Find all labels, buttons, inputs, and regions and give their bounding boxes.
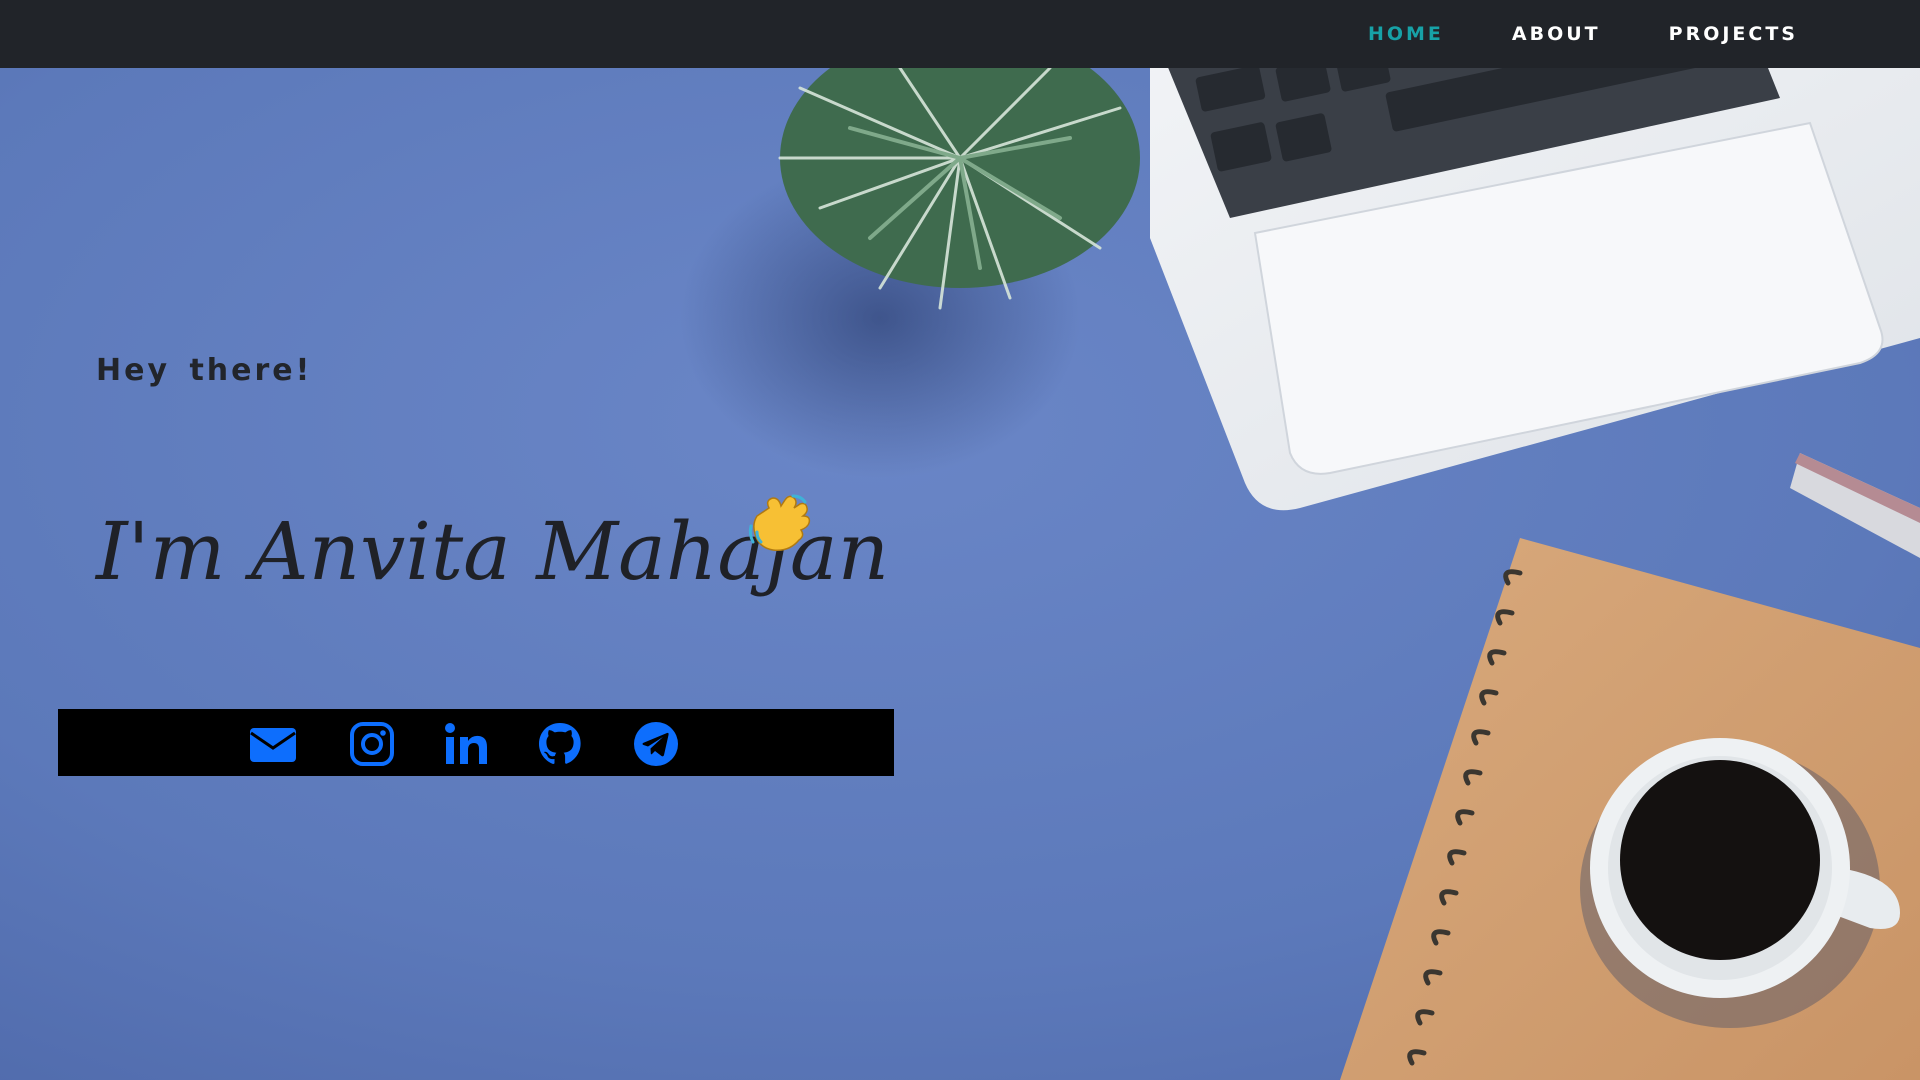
social-links-bar xyxy=(58,709,894,776)
linkedin-icon[interactable] xyxy=(441,721,491,767)
nav-projects-link[interactable]: PROJECTS xyxy=(1669,23,1798,45)
navbar: HOME ABOUT PROJECTS xyxy=(0,0,1920,68)
page: HOME ABOUT PROJECTS Hey there! I'm Anvit… xyxy=(0,0,1920,1080)
nav-home-link[interactable]: HOME xyxy=(1368,23,1444,45)
waving-hand-icon xyxy=(748,494,811,552)
greeting-text: Hey there! xyxy=(96,353,313,388)
github-icon[interactable] xyxy=(535,721,585,767)
email-icon[interactable] xyxy=(248,721,298,767)
nav-links: HOME ABOUT PROJECTS xyxy=(1368,0,1798,68)
instagram-icon[interactable] xyxy=(347,721,397,767)
nav-about-link[interactable]: ABOUT xyxy=(1512,23,1601,45)
telegram-icon[interactable] xyxy=(631,721,681,767)
